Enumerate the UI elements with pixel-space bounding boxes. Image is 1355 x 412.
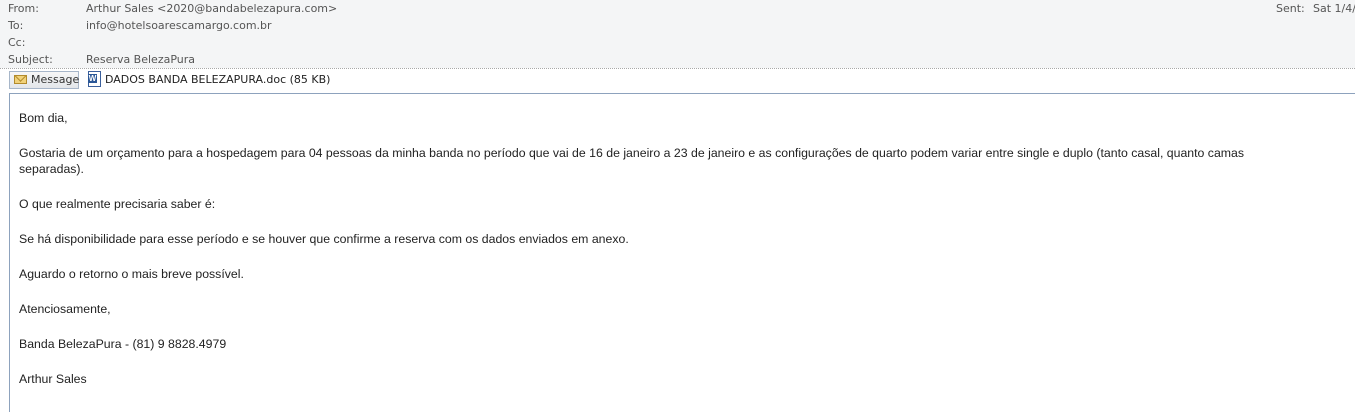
signature-name: Banda BelezaPura - bbox=[19, 337, 133, 351]
cc-label: Cc: bbox=[8, 36, 26, 49]
closing: Atenciosamente, bbox=[19, 302, 111, 316]
attachment-file-name: DADOS BANDA BELEZAPURA.doc bbox=[105, 73, 287, 86]
signature-phone: (81) 9 8828.4979 bbox=[132, 337, 227, 351]
attachment-bar: Message W DADOS BANDA BELEZAPURA.doc (85… bbox=[0, 69, 1355, 91]
message-tab-label: Message bbox=[31, 73, 80, 86]
from-label: From: bbox=[8, 2, 39, 15]
sent-label: Sent: bbox=[1276, 2, 1305, 15]
signature: Banda BelezaPura - (81) 9 8828.4979 bbox=[19, 336, 1355, 352]
message-body: Bom dia, Gostaria de um orçamento para a… bbox=[19, 110, 1355, 406]
sent-value: Sat 1/4/2 bbox=[1313, 2, 1355, 15]
cc-row: Cc: bbox=[0, 34, 1355, 51]
subject-row: Subject: Reserva BelezaPura bbox=[0, 51, 1355, 68]
attachment-file-size: (85 KB) bbox=[289, 73, 331, 86]
from-row: From: Arthur Sales <2020@bandabelezapura… bbox=[0, 0, 1355, 17]
sender-name: Arthur Sales bbox=[19, 372, 87, 386]
subject-value: Reserva BelezaPura bbox=[86, 53, 196, 66]
attachment-item[interactable]: DADOS BANDA BELEZAPURA.doc (85 KB) bbox=[105, 72, 330, 88]
message-header: From: Arthur Sales <2020@bandabelezapura… bbox=[0, 0, 1355, 68]
greeting: Bom dia, bbox=[19, 111, 68, 125]
to-row: To: info@hotelsoarescamargo.com.br bbox=[0, 17, 1355, 34]
body-paragraph-request-line2: separadas). bbox=[19, 162, 84, 176]
body-paragraph-availability: Se há disponibilidade para esse período … bbox=[19, 232, 629, 246]
from-value[interactable]: Arthur Sales <2020@bandabelezapura.com> bbox=[86, 0, 337, 17]
envelope-icon bbox=[14, 75, 27, 84]
to-value[interactable]: info@hotelsoarescamargo.com.br bbox=[86, 17, 272, 34]
subject-label: Subject: bbox=[8, 53, 53, 66]
to-label: To: bbox=[8, 19, 24, 32]
body-paragraph-request: Gostaria de um orçamento para a hospedag… bbox=[19, 145, 1355, 177]
body-paragraph-request-line1: Gostaria de um orçamento para a hospedag… bbox=[19, 146, 1245, 160]
message-tab[interactable]: Message bbox=[9, 71, 79, 89]
body-paragraph-reply: Aguardo o retorno o mais breve possível. bbox=[19, 267, 244, 281]
word-document-icon[interactable]: W bbox=[88, 71, 101, 87]
body-paragraph-question: O que realmente precisaria saber é: bbox=[19, 197, 216, 211]
